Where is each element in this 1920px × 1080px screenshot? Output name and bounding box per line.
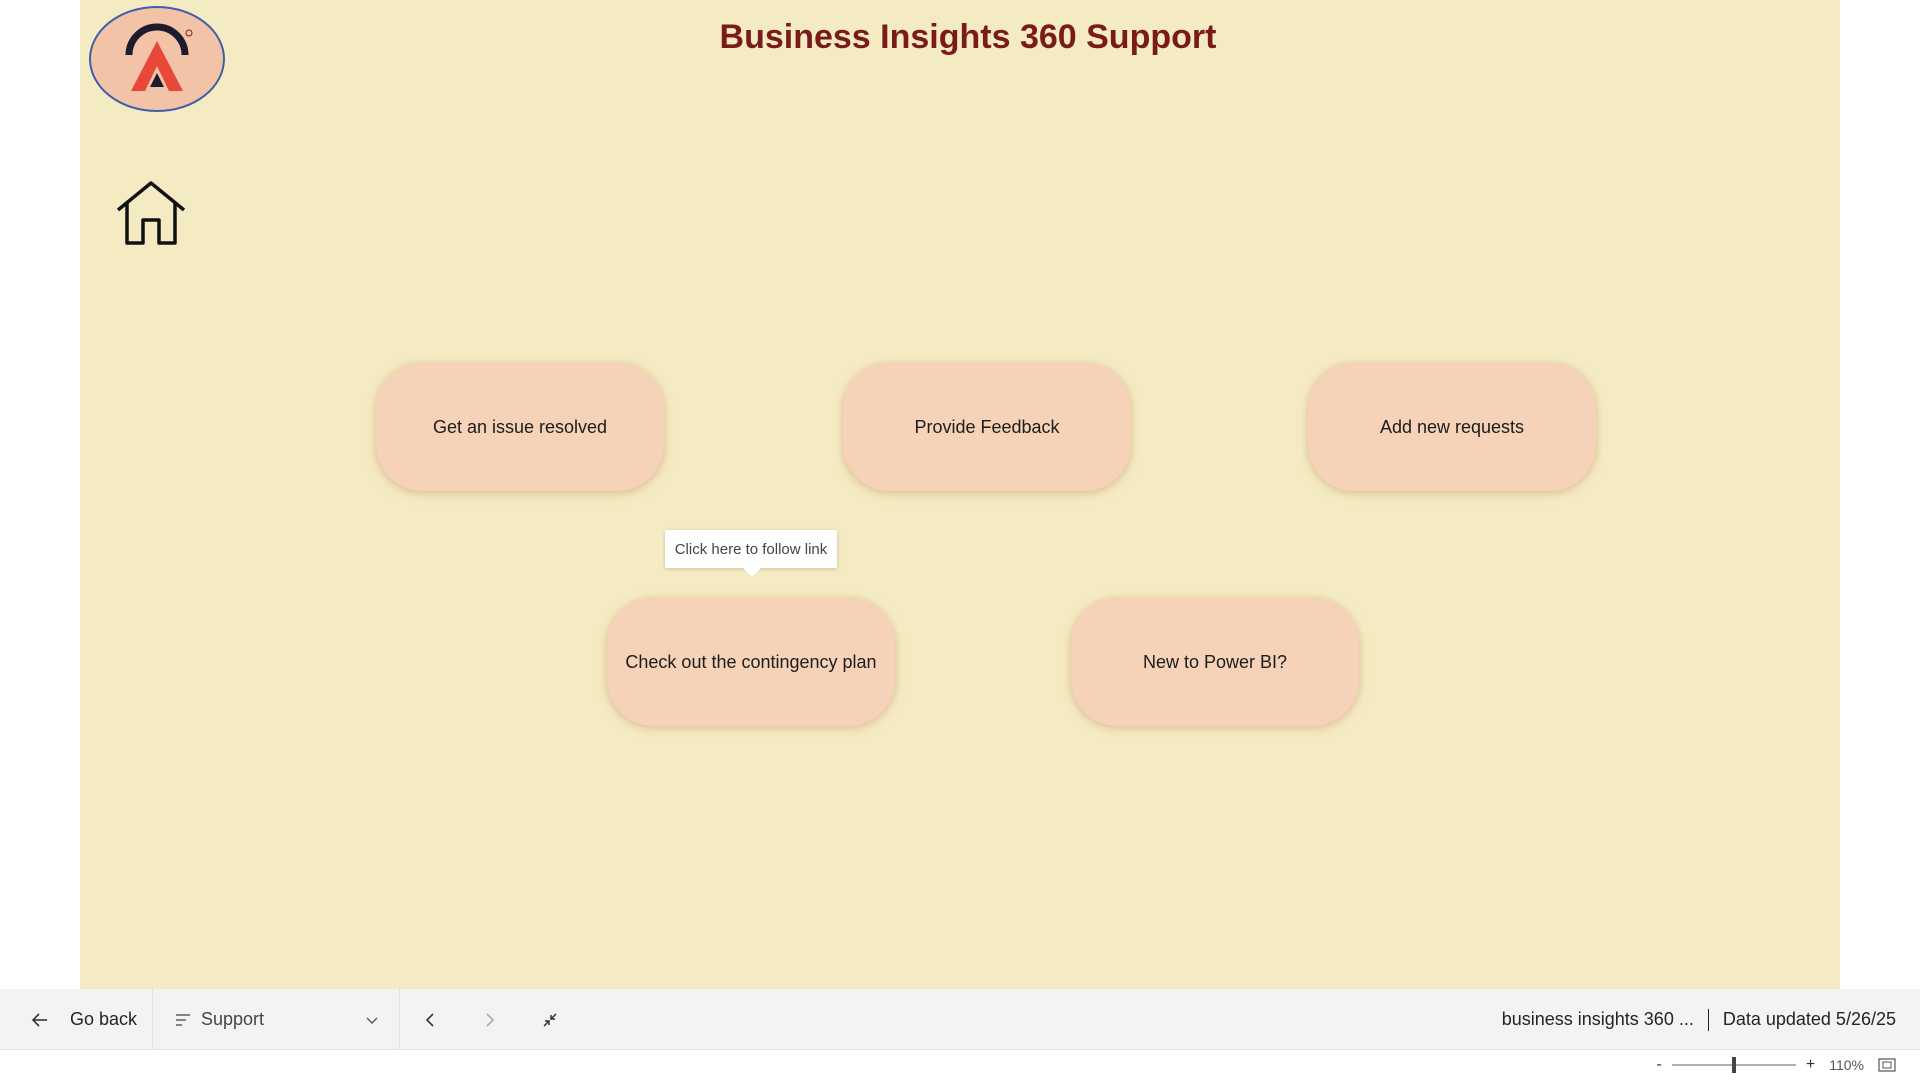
zoom-slider-thumb[interactable] (1731, 1057, 1736, 1073)
report-name[interactable]: business insights 360 ... (1502, 1009, 1694, 1030)
power-bi-report-view: Business Insights 360 Support Get an iss… (0, 0, 1920, 1080)
zoom-out-button[interactable]: - (1657, 1056, 1662, 1074)
page-selector-dropdown[interactable]: Support (153, 989, 400, 1050)
go-back-button[interactable]: Go back (0, 989, 153, 1050)
zoom-status-bar: - + 110% (0, 1050, 1920, 1080)
arrow-left-icon (31, 1012, 47, 1027)
zoom-control: - + 110% (1657, 1050, 1896, 1080)
zoom-slider[interactable] (1671, 1057, 1796, 1073)
report-navigation-bar: Go back Support business insights 360 ..… (0, 989, 1920, 1050)
page-title: Business Insights 360 Support (719, 18, 1217, 56)
contingency-plan-button[interactable]: Check out the contingency plan (607, 598, 895, 726)
data-updated-text: Data updated 5/26/25 (1722, 1009, 1896, 1029)
chevron-down-icon (366, 1017, 378, 1024)
next-page-button[interactable] (476, 1006, 504, 1034)
fit-to-page-icon[interactable] (1878, 1058, 1896, 1072)
list-icon (176, 1013, 190, 1026)
exit-fullscreen-button[interactable] (536, 1006, 564, 1034)
chevron-right-icon (486, 1013, 495, 1027)
new-to-power-bi-button[interactable]: New to Power BI? (1071, 598, 1359, 726)
report-info: business insights 360 ... Data updated 5… (1502, 989, 1896, 1050)
previous-page-button[interactable] (416, 1006, 444, 1034)
go-back-label: Go back (70, 1009, 138, 1029)
info-divider (1707, 1008, 1709, 1031)
zoom-in-button[interactable]: + (1806, 1056, 1815, 1074)
exit-fullscreen-icon (543, 1013, 557, 1027)
home-icon[interactable] (115, 180, 187, 246)
add-new-requests-button[interactable]: Add new requests (1308, 363, 1596, 491)
link-tooltip: Click here to follow link (665, 530, 837, 577)
selected-page-label: Support (201, 1009, 265, 1029)
provide-feedback-button[interactable]: Provide Feedback (843, 363, 1131, 491)
zoom-level: 110% (1829, 1057, 1864, 1073)
chevron-left-icon (425, 1013, 434, 1027)
get-issue-resolved-button[interactable]: Get an issue resolved (376, 363, 664, 491)
report-canvas: Business Insights 360 Support Get an iss… (80, 0, 1840, 989)
